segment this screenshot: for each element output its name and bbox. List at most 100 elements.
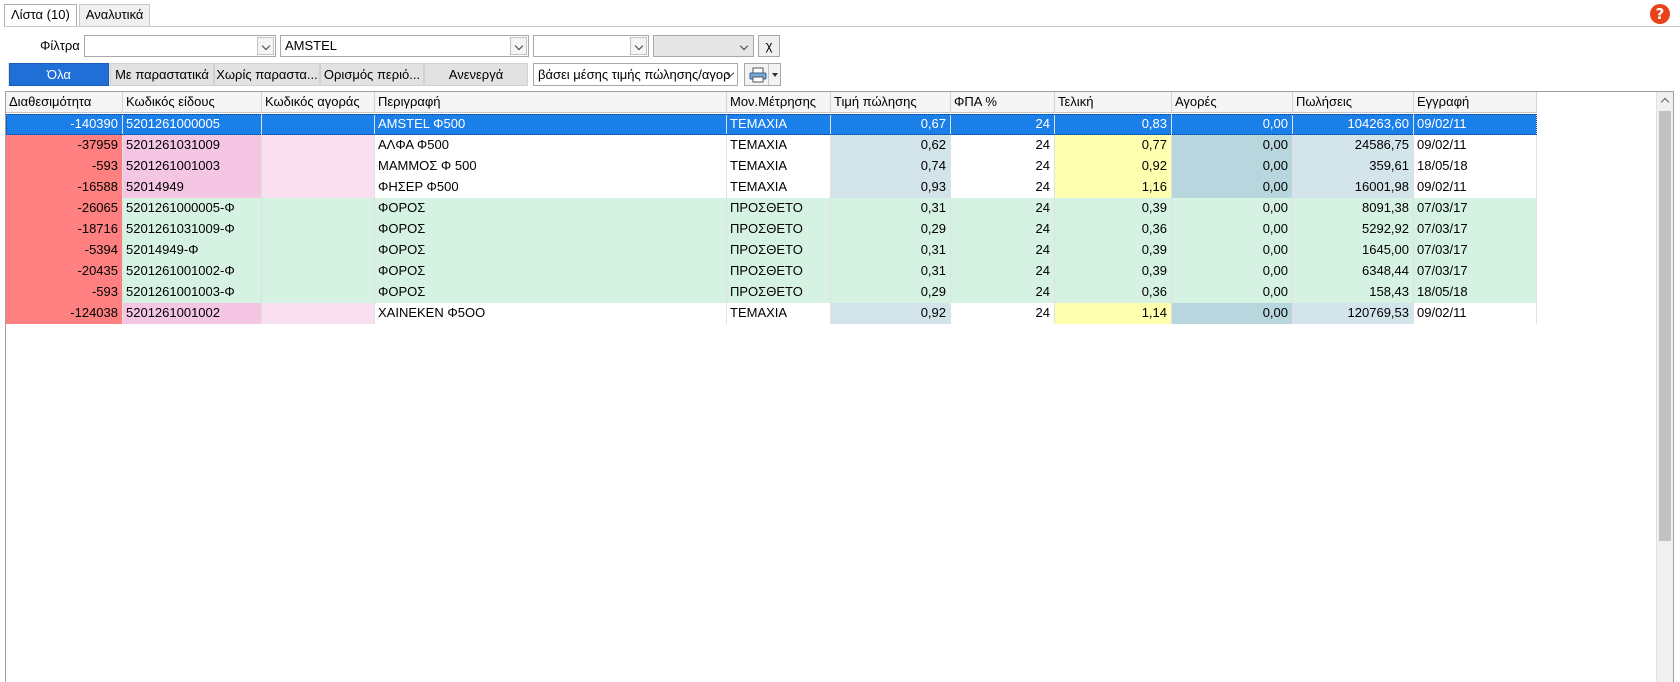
cell-unit[interactable]: ΠΡΟΣΘΕΤΟ <box>727 282 831 303</box>
cell-buy-code[interactable] <box>262 114 375 135</box>
cell-vat[interactable]: 24 <box>951 114 1055 135</box>
filter-without-documents-button[interactable]: Χωρίς παραστα... <box>214 63 320 86</box>
cell-entry-date[interactable]: 07/03/17 <box>1414 198 1537 219</box>
col-unit[interactable]: Μον.Μέτρησης <box>727 92 831 113</box>
cell-description[interactable]: ΦΟΡΟΣ <box>375 240 727 261</box>
cell-sales[interactable]: 6348,44 <box>1293 261 1414 282</box>
cell-unit[interactable]: ΤΕΜΑΧΙΑ <box>727 135 831 156</box>
cell-entry-date[interactable]: 09/02/11 <box>1414 177 1537 198</box>
cell-item-code[interactable]: 5201261000005-Φ <box>123 198 262 219</box>
cell-unit[interactable]: ΤΕΜΑΧΙΑ <box>727 177 831 198</box>
cell-final[interactable]: 0,39 <box>1055 240 1172 261</box>
table-row[interactable]: -140390 5201261000005 AMSTEL Φ500 ΤΕΜΑΧΙΑ 0,… <box>6 114 1537 135</box>
cell-vat[interactable]: 24 <box>951 198 1055 219</box>
filter-with-documents-button[interactable]: Με παραστατικά <box>110 63 214 86</box>
table-row[interactable]: -593 5201261001003 ΜΑΜΜΟΣ Φ 500 ΤΕΜΑΧΙΑ 0,74… <box>6 156 1537 177</box>
filter-all-button[interactable]: Όλα <box>9 63 109 86</box>
filter-inactive-button[interactable]: Ανενεργά <box>424 63 528 86</box>
cell-entry-date[interactable]: 09/02/11 <box>1414 303 1537 324</box>
cell-buy-code[interactable] <box>262 198 375 219</box>
cell-entry-date[interactable]: 07/03/17 <box>1414 219 1537 240</box>
cell-description[interactable]: ΦΟΡΟΣ <box>375 198 727 219</box>
cell-unit[interactable]: ΠΡΟΣΘΕΤΟ <box>727 219 831 240</box>
cell-availability[interactable]: -593 <box>6 156 123 177</box>
chevron-down-icon[interactable] <box>257 37 274 55</box>
cell-description[interactable]: AMSTEL Φ500 <box>375 114 727 135</box>
filter-combo-1[interactable] <box>84 35 276 57</box>
cell-item-code[interactable]: 5201261001002-Φ <box>123 261 262 282</box>
cell-sales[interactable]: 104263,60 <box>1293 114 1414 135</box>
cell-sales[interactable]: 24586,75 <box>1293 135 1414 156</box>
cell-sales[interactable]: 359,61 <box>1293 156 1414 177</box>
cell-entry-date[interactable]: 07/03/17 <box>1414 261 1537 282</box>
cell-sale-price[interactable]: 0,29 <box>831 282 951 303</box>
cell-sale-price[interactable]: 0,74 <box>831 156 951 177</box>
table-row[interactable]: -124038 5201261001002 ΧΑΙΝΕΚΕΝ Φ5ΟΟ ΤΕΜΑΧΙΑ… <box>6 303 1537 324</box>
chevron-down-icon[interactable] <box>630 37 647 55</box>
scrollbar-thumb[interactable] <box>1659 111 1671 541</box>
cell-item-code[interactable]: 5201261000005 <box>123 114 262 135</box>
cell-vat[interactable]: 24 <box>951 261 1055 282</box>
cell-sales[interactable]: 120769,53 <box>1293 303 1414 324</box>
cell-availability[interactable]: -26065 <box>6 198 123 219</box>
table-row[interactable]: -26065 5201261000005-Φ ΦΟΡΟΣ ΠΡΟΣΘΕΤΟ 0,31 24… <box>6 198 1537 219</box>
filter-combo-3[interactable] <box>533 35 649 57</box>
cell-buy-code[interactable] <box>262 261 375 282</box>
cell-purchases[interactable]: 0,00 <box>1172 135 1293 156</box>
cell-final[interactable]: 0,39 <box>1055 198 1172 219</box>
cell-description[interactable]: ΦΗΣΕΡ Φ500 <box>375 177 727 198</box>
cell-item-code[interactable]: 5201261001002 <box>123 303 262 324</box>
cell-unit[interactable]: ΤΕΜΑΧΙΑ <box>727 114 831 135</box>
cell-sale-price[interactable]: 0,29 <box>831 219 951 240</box>
cell-purchases[interactable]: 0,00 <box>1172 219 1293 240</box>
cell-sales[interactable]: 5292,92 <box>1293 219 1414 240</box>
cell-final[interactable]: 0,83 <box>1055 114 1172 135</box>
col-purchases[interactable]: Αγορές <box>1172 92 1293 113</box>
cell-sale-price[interactable]: 0,31 <box>831 240 951 261</box>
col-buy-code[interactable]: Κωδικός αγοράς <box>262 92 375 113</box>
cell-item-code[interactable]: 5201261001003 <box>123 156 262 177</box>
col-sales[interactable]: Πωλήσεις <box>1293 92 1414 113</box>
cell-availability[interactable]: -16588 <box>6 177 123 198</box>
vertical-scrollbar[interactable] <box>1656 92 1673 682</box>
cell-sale-price[interactable]: 0,31 <box>831 198 951 219</box>
col-final[interactable]: Τελική <box>1055 92 1172 113</box>
cell-item-code[interactable]: 5201261001003-Φ <box>123 282 262 303</box>
cell-buy-code[interactable] <box>262 135 375 156</box>
col-description[interactable]: Περιγραφή <box>375 92 727 113</box>
filter-period-button[interactable]: Ορισμός περιό... <box>320 63 424 86</box>
print-dropdown-icon[interactable] <box>768 64 780 85</box>
cell-vat[interactable]: 24 <box>951 303 1055 324</box>
cell-unit[interactable]: ΠΡΟΣΘΕΤΟ <box>727 240 831 261</box>
tab-list[interactable]: Λίστα (10) <box>4 4 77 27</box>
cell-vat[interactable]: 24 <box>951 135 1055 156</box>
cell-final[interactable]: 1,16 <box>1055 177 1172 198</box>
cell-unit[interactable]: ΠΡΟΣΘΕΤΟ <box>727 198 831 219</box>
cell-final[interactable]: 0,92 <box>1055 156 1172 177</box>
cell-description[interactable]: ΦΟΡΟΣ <box>375 261 727 282</box>
cell-purchases[interactable]: 0,00 <box>1172 177 1293 198</box>
cell-item-code[interactable]: 5201261031009 <box>123 135 262 156</box>
table-row[interactable]: -37959 5201261031009 ΑΛΦΑ Φ500 ΤΕΜΑΧΙΑ 0,62 2… <box>6 135 1537 156</box>
cell-purchases[interactable]: 0,00 <box>1172 261 1293 282</box>
cell-buy-code[interactable] <box>262 303 375 324</box>
cell-purchases[interactable]: 0,00 <box>1172 114 1293 135</box>
table-row[interactable]: -16588 52014949 ΦΗΣΕΡ Φ500 ΤΕΜΑΧΙΑ 0,93 24 1,1… <box>6 177 1537 198</box>
cell-availability[interactable]: -20435 <box>6 261 123 282</box>
cell-entry-date[interactable]: 09/02/11 <box>1414 135 1537 156</box>
print-button[interactable] <box>744 63 781 86</box>
cell-entry-date[interactable]: 07/03/17 <box>1414 240 1537 261</box>
cell-purchases[interactable]: 0,00 <box>1172 198 1293 219</box>
cell-description[interactable]: ΜΑΜΜΟΣ Φ 500 <box>375 156 727 177</box>
cell-sales[interactable]: 1645,00 <box>1293 240 1414 261</box>
cell-sale-price[interactable]: 0,67 <box>831 114 951 135</box>
cell-item-code[interactable]: 5201261031009-Φ <box>123 219 262 240</box>
cell-purchases[interactable]: 0,00 <box>1172 282 1293 303</box>
cell-final[interactable]: 0,36 <box>1055 219 1172 240</box>
cell-unit[interactable]: ΠΡΟΣΘΕΤΟ <box>727 261 831 282</box>
cell-unit[interactable]: ΤΕΜΑΧΙΑ <box>727 303 831 324</box>
cell-entry-date[interactable]: 18/05/18 <box>1414 156 1537 177</box>
cell-purchases[interactable]: 0,00 <box>1172 303 1293 324</box>
filter-combo-brand[interactable]: AMSTEL <box>280 35 529 57</box>
cell-vat[interactable]: 24 <box>951 177 1055 198</box>
